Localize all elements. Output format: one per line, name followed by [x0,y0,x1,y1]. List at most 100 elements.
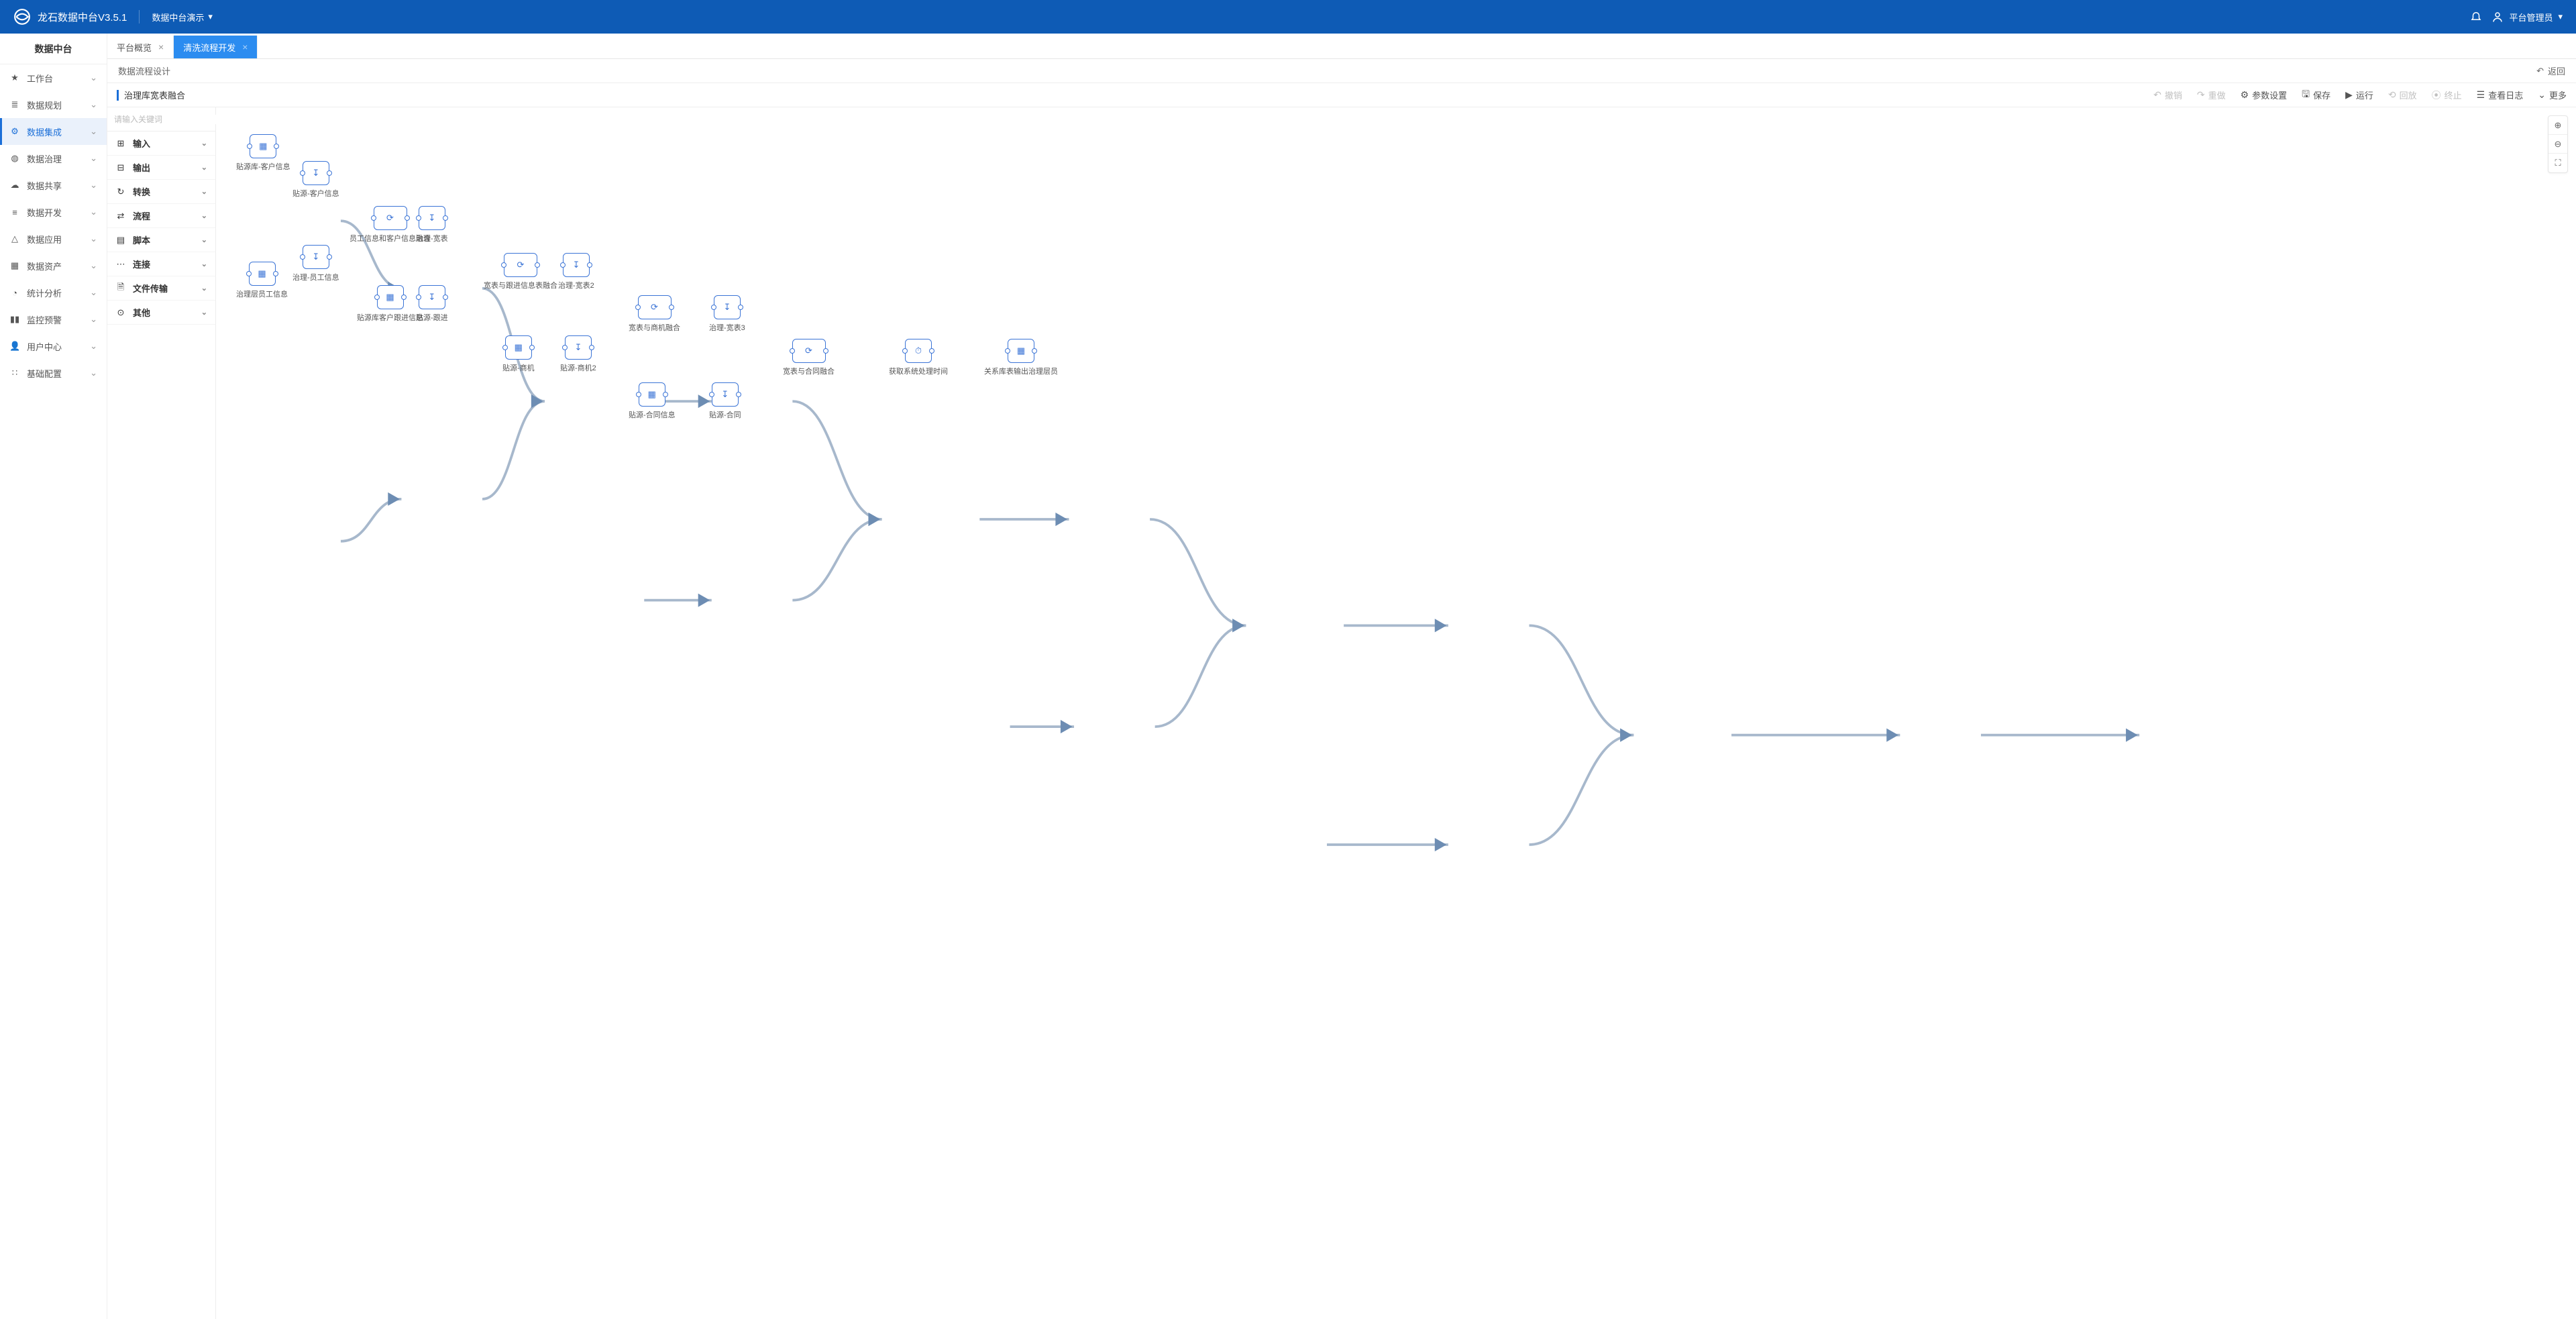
palette-category-6[interactable]: 🗎文件传输⌄ [107,276,215,301]
node-box[interactable]: ↧ [419,206,445,230]
input-port[interactable] [501,262,506,268]
flow-node[interactable]: ▦贴源库客户跟进信息 [357,285,423,323]
node-box[interactable]: ↧ [303,245,329,269]
input-port[interactable] [374,295,380,300]
flow-node[interactable]: ▦贴源库-客户信息 [236,134,290,172]
output-port[interactable] [587,262,592,268]
node-box[interactable]: ▦ [505,335,532,360]
sidebar-item-9[interactable]: ▮▮监控预警⌄ [0,306,107,333]
input-port[interactable] [635,305,641,310]
input-port[interactable] [790,348,795,354]
node-box[interactable]: ▦ [377,285,404,309]
flow-node[interactable]: ▦贴源-合同信息 [629,382,676,420]
output-port[interactable] [929,348,934,354]
palette-category-1[interactable]: ⊟输出⌄ [107,156,215,180]
back-button[interactable]: ↶ 返回 [2536,64,2565,77]
sidebar-item-5[interactable]: ≡数据开发⌄ [0,199,107,225]
output-port[interactable] [589,345,594,350]
output-port[interactable] [327,170,332,176]
output-port[interactable] [274,144,279,149]
node-box[interactable]: ⏱ [905,339,932,363]
flow-node[interactable]: ↧贴源-合同 [709,382,741,420]
output-port[interactable] [1032,348,1037,354]
output-port[interactable] [535,262,540,268]
palette-category-7[interactable]: ⊙其他⌄ [107,301,215,325]
input-port[interactable] [502,345,508,350]
sidebar-item-1[interactable]: ≣数据规划⌄ [0,91,107,118]
flow-node[interactable]: ▦关系库表输出治理层员 [984,339,1058,376]
tab-0[interactable]: 平台概览× [107,36,174,58]
input-port[interactable] [562,345,568,350]
output-port[interactable] [401,295,407,300]
node-box[interactable]: ⟳ [504,253,537,277]
palette-category-2[interactable]: ↻转换⌄ [107,180,215,204]
tenant-dropdown[interactable]: 数据中台演示 ▾ [152,11,213,23]
input-port[interactable] [416,215,421,221]
input-port[interactable] [246,271,252,276]
flow-canvas[interactable]: ⊕ ⊖ ⛶ ▦贴源库-客户信息↧贴源-客户信息⟳员工信息和客户信息融合↧治理-宽… [216,107,2576,1319]
node-box[interactable]: ⟳ [792,339,826,363]
palette-search[interactable]: ⌕ [107,107,215,131]
node-box[interactable]: ▦ [639,382,665,407]
sidebar-item-0[interactable]: ★工作台⌄ [0,64,107,91]
output-port[interactable] [273,271,278,276]
output-port[interactable] [736,392,741,397]
output-port[interactable] [529,345,535,350]
sidebar-item-10[interactable]: 👤用户中心⌄ [0,333,107,360]
run-button[interactable]: ▶运行 [2345,89,2373,101]
input-port[interactable] [902,348,908,354]
palette-category-0[interactable]: ⊞输入⌄ [107,131,215,156]
flow-node[interactable]: ⟳宽表与跟进信息表融合 [484,253,557,291]
flow-node[interactable]: ▦治理层员工信息 [236,262,288,299]
input-port[interactable] [247,144,252,149]
input-port[interactable] [300,254,305,260]
flow-node[interactable]: ↧治理-员工信息 [292,245,339,282]
output-port[interactable] [443,295,448,300]
search-input[interactable] [114,115,218,124]
flow-node[interactable]: ▦贴源-商机 [502,335,535,373]
flow-node[interactable]: ⟳宽表与商机融合 [629,295,680,333]
sidebar-item-2[interactable]: ⚙数据集成⌄ [0,118,107,145]
fit-screen-button[interactable]: ⛶ [2548,154,2567,172]
tab-1[interactable]: 清洗流程开发× [174,36,258,58]
flow-node[interactable]: ⏱获取系统处理时间 [889,339,948,376]
notifications-icon[interactable] [2470,10,2482,24]
more-button[interactable]: ⌄更多 [2538,89,2567,101]
flow-node[interactable]: ↧治理-宽表3 [709,295,745,333]
node-box[interactable]: ↧ [714,295,741,319]
flow-node[interactable]: ↧贴源-客户信息 [292,161,339,199]
zoom-in-button[interactable]: ⊕ [2548,116,2567,135]
sidebar-item-3[interactable]: ◍数据治理⌄ [0,145,107,172]
input-port[interactable] [711,305,716,310]
input-port[interactable] [709,392,714,397]
node-box[interactable]: ↧ [565,335,592,360]
node-box[interactable]: ↧ [419,285,445,309]
input-port[interactable] [1005,348,1010,354]
output-port[interactable] [405,215,410,221]
input-port[interactable] [416,295,421,300]
palette-category-3[interactable]: ⇄流程⌄ [107,204,215,228]
close-icon[interactable]: × [242,42,248,52]
flow-node[interactable]: ↧治理-宽表2 [558,253,594,291]
flow-node[interactable]: ↧贴源-跟进 [416,285,448,323]
output-port[interactable] [823,348,828,354]
user-menu[interactable]: 平台管理员 ▾ [2491,11,2563,23]
node-box[interactable]: ⟳ [374,206,407,230]
node-box[interactable]: ▦ [250,134,276,158]
close-icon[interactable]: × [158,42,164,52]
node-box[interactable]: ⟳ [638,295,672,319]
palette-category-4[interactable]: ▤脚本⌄ [107,228,215,252]
sidebar-item-7[interactable]: ▦数据资产⌄ [0,252,107,279]
logs-button[interactable]: ☰查看日志 [2477,89,2524,101]
output-port[interactable] [443,215,448,221]
input-port[interactable] [371,215,376,221]
node-box[interactable]: ↧ [712,382,739,407]
sidebar-item-6[interactable]: △数据应用⌄ [0,225,107,252]
output-port[interactable] [327,254,332,260]
sidebar-item-11[interactable]: ∷基础配置⌄ [0,360,107,386]
sidebar-item-4[interactable]: ☁数据共享⌄ [0,172,107,199]
flow-node[interactable]: ↧贴源-商机2 [560,335,596,373]
input-port[interactable] [636,392,641,397]
output-port[interactable] [663,392,668,397]
output-port[interactable] [738,305,743,310]
